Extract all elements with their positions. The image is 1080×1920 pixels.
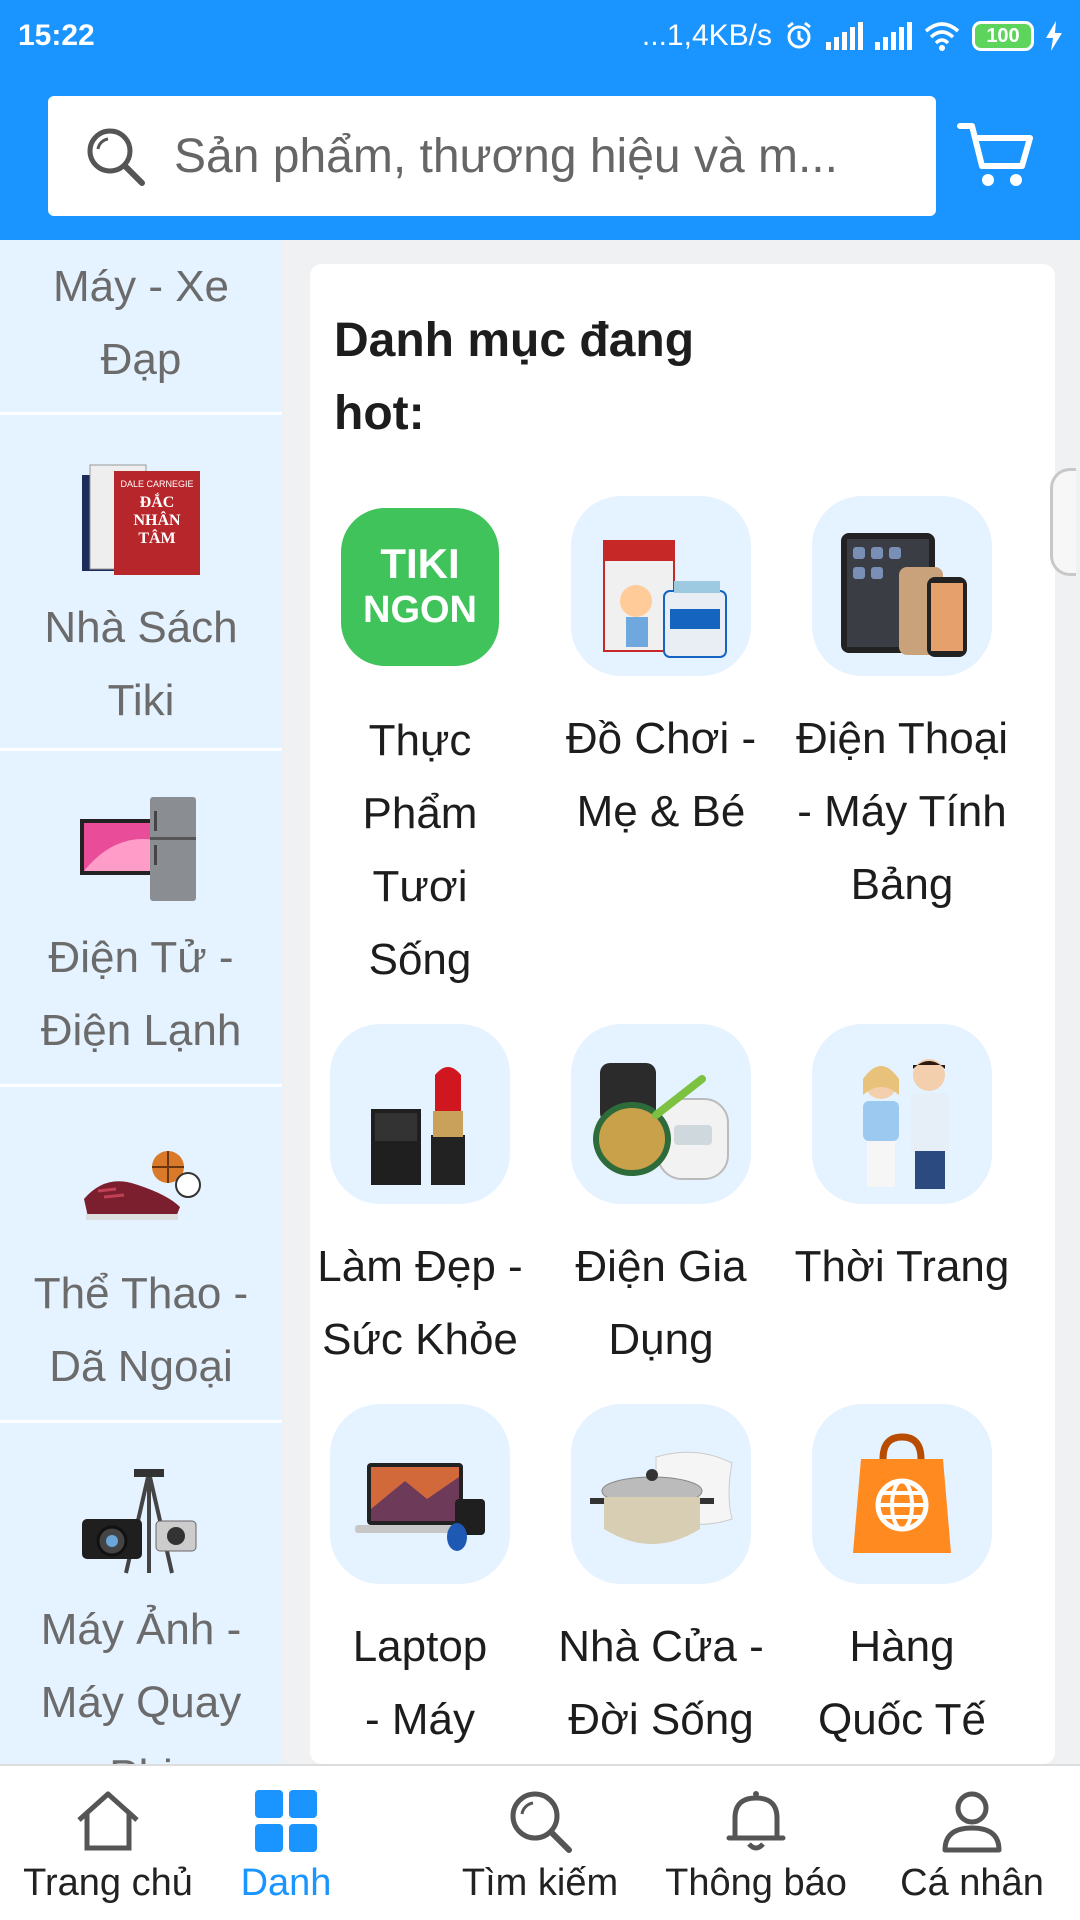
- charging-icon: [1046, 21, 1062, 51]
- status-time: 15:22: [18, 19, 95, 52]
- category-phones-tablets[interactable]: Điện Thoại - Máy Tính Bảng: [792, 496, 1012, 921]
- category-label: Thời Trang: [794, 1242, 1010, 1291]
- nav-categories[interactable]: Danh: [216, 1766, 356, 1920]
- category-label: Nhà Cửa - Đời Sống: [558, 1622, 764, 1744]
- sidebar-item-cameras[interactable]: Máy Ảnh - Máy Quay Phi: [0, 1423, 282, 1764]
- category-international[interactable]: Hàng Quốc Tế: [792, 1404, 1012, 1756]
- signal-icon-2: [875, 22, 912, 50]
- category-toys-baby[interactable]: Đồ Chơi - Mẹ & Bé: [551, 496, 771, 848]
- cart-icon[interactable]: [956, 114, 1036, 194]
- book-title-line3: TÂM: [138, 528, 175, 547]
- camera-tripod-icon: [82, 1469, 197, 1574]
- rice-cooker-pan-icon: [571, 1024, 751, 1204]
- status-bar: 15:22 ...1,4KB/s 100: [0, 0, 1080, 72]
- nav-label: Tìm kiếm: [461, 1862, 619, 1904]
- sidebar-item-label: Thể Thao - Dã Ngoại: [33, 1269, 249, 1391]
- sidebar-item-label: Nhà Sách Tiki: [44, 603, 238, 725]
- category-label: Hàng Quốc Tế: [818, 1622, 986, 1744]
- book-title-line2: NHÂN: [133, 510, 181, 529]
- category-home-living[interactable]: Nhà Cửa - Đời Sống: [551, 1404, 771, 1756]
- sneakers-icon: [84, 1151, 201, 1220]
- category-label: Làm Đẹp - Sức Khỏe: [317, 1242, 523, 1364]
- category-label: Đồ Chơi - Mẹ & Bé: [565, 714, 757, 836]
- sidebar-item-label: Điện Tử - Điện Lạnh: [40, 933, 242, 1055]
- phones-tablet-icon: [812, 496, 992, 676]
- bell-icon: [726, 1791, 786, 1851]
- sidebar-item-electronics[interactable]: Điện Tử - Điện Lạnh: [0, 751, 282, 1087]
- book-title-line1: ĐẮC: [140, 492, 175, 511]
- home-icon: [77, 1791, 139, 1851]
- nav-search[interactable]: Tìm kiếm: [440, 1766, 640, 1920]
- status-indicators: ...1,4KB/s 100: [642, 19, 1062, 53]
- book-cover-icon: DALE CARNEGIE ĐẮC NHÂN TÂM: [82, 464, 200, 575]
- sidebar-item-label: Máy Ảnh - Máy Quay Phi: [40, 1605, 242, 1764]
- category-laptops[interactable]: Laptop - Máy Vi: [310, 1404, 530, 1764]
- laptop-icon: [330, 1404, 510, 1584]
- category-label: Thực Phẩm Tươi Sống: [362, 716, 478, 984]
- category-home-appliances[interactable]: Điện Gia Dụng: [551, 1024, 771, 1376]
- sidebar-item-books[interactable]: DALE CARNEGIE ĐẮC NHÂN TÂM Nhà Sách Tiki: [0, 415, 282, 751]
- network-speed: ...1,4KB/s: [641, 19, 772, 52]
- nav-profile[interactable]: Cá nhân: [872, 1766, 1072, 1920]
- category-fresh-food[interactable]: TIKI NGON Thực Phẩm Tươi Sống: [310, 496, 530, 996]
- bottom-navigation: Trang chủ Danh Tìm kiếm Thông báo Cá nhâ…: [0, 1764, 1080, 1920]
- sidebar-item-sports[interactable]: Thể Thao - Dã Ngoại: [0, 1087, 282, 1423]
- search-input[interactable]: Sản phẩm, thương hiệu và m...: [174, 129, 914, 184]
- category-beauty-health[interactable]: Làm Đẹp - Sức Khỏe: [310, 1024, 530, 1376]
- search-icon: [87, 128, 145, 186]
- tiki-ngon-logo: TIKI NGON: [341, 508, 499, 666]
- shopping-bag-globe-icon: [812, 1404, 992, 1584]
- app-header: Sản phẩm, thương hiệu và m...: [0, 72, 1080, 240]
- nav-label: Danh: [240, 1862, 332, 1904]
- nav-notifications[interactable]: Thông báo: [650, 1766, 862, 1920]
- category-label: Laptop - Máy Vi: [352, 1622, 488, 1744]
- fashion-models-icon: [812, 1024, 992, 1204]
- nav-home[interactable]: Trang chủ: [0, 1766, 216, 1920]
- book-author-text: DALE CARNEGIE: [120, 479, 193, 489]
- category-sidebar: Máy - Xe Đạp DALE CARNEGIE ĐẮC NHÂN TÂM …: [0, 240, 282, 1764]
- nav-label: Trang chủ: [23, 1862, 193, 1904]
- search-icon: [510, 1791, 572, 1853]
- category-label: Điện Thoại - Máy Tính Bảng: [796, 714, 1008, 909]
- wifi-icon: [924, 22, 960, 51]
- sidebar-item-bicycle[interactable]: Máy - Xe Đạp: [0, 240, 282, 415]
- sidebar-item-label: Máy - Xe Đạp: [52, 262, 230, 384]
- diapers-milk-icon: [571, 496, 751, 676]
- battery-icon: 100: [972, 21, 1034, 51]
- hot-categories-card: Danh mục đang hot: TIKI NGON Thực Phẩm T…: [310, 264, 1055, 1764]
- search-bar[interactable]: Sản phẩm, thương hiệu và m...: [48, 96, 936, 216]
- user-icon: [942, 1791, 1002, 1853]
- tiki-ngon-logo-line1: TIKI: [380, 540, 460, 587]
- category-label: Điện Gia Dụng: [575, 1242, 747, 1364]
- nav-label: Cá nhân: [900, 1862, 1044, 1904]
- pot-pillow-icon: [571, 1404, 751, 1584]
- nav-label: Thông báo: [665, 1862, 847, 1904]
- alarm-icon: [787, 21, 811, 49]
- scroll-handle[interactable]: [1050, 468, 1076, 576]
- grid-icon: [255, 1790, 317, 1852]
- tv-fridge-icon: [80, 797, 196, 901]
- tiki-ngon-logo-line2: NGON: [363, 589, 477, 631]
- category-fashion[interactable]: Thời Trang: [792, 1024, 1012, 1303]
- lipstick-perfume-icon: [330, 1024, 510, 1204]
- signal-icon: [826, 22, 863, 50]
- page-title: Danh mục đang hot:: [334, 314, 695, 440]
